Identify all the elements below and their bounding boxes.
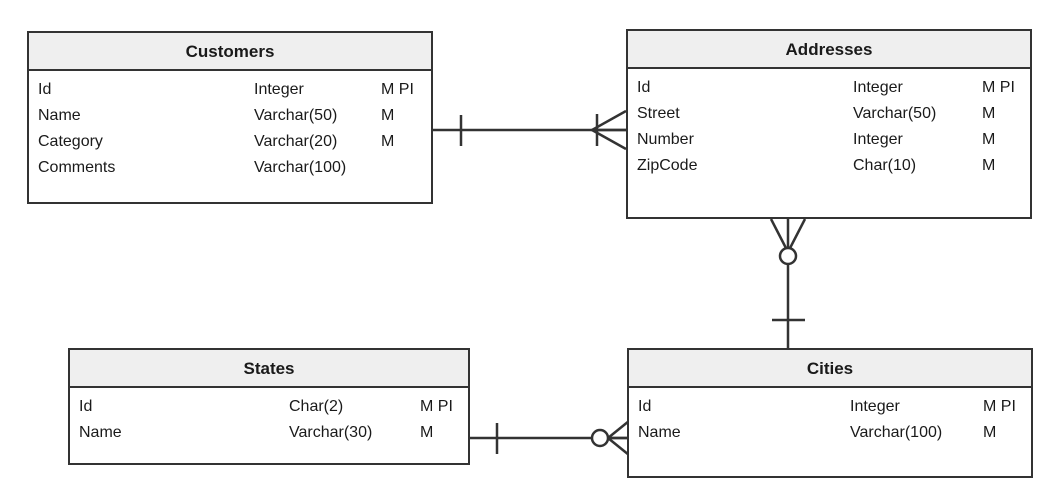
attribute-type: Varchar(100) xyxy=(254,158,347,176)
attribute-row: Street Varchar(50) M xyxy=(628,101,1030,127)
entity-customers[interactable]: Customers Id Integer M PI Name Varchar(5… xyxy=(27,31,433,204)
attribute-type: Integer xyxy=(853,130,903,148)
attribute-row: Name Varchar(30) M xyxy=(70,420,468,446)
attribute-name: Id xyxy=(638,398,652,415)
entity-addresses-title: Addresses xyxy=(628,31,1030,69)
attribute-row: Id Integer M PI xyxy=(629,394,1031,420)
attribute-type: Integer xyxy=(850,398,900,415)
attribute-row: Category Varchar(20) M xyxy=(29,129,431,155)
attribute-type: Varchar(20) xyxy=(254,132,338,150)
attribute-name: Id xyxy=(637,79,651,96)
attribute-row: ZipCode Char(10) M xyxy=(628,153,1030,179)
relationship-customers-addresses[interactable] xyxy=(433,109,627,151)
cardinality-circle-zero-cities xyxy=(590,428,610,448)
attribute-name: Id xyxy=(79,398,93,415)
er-diagram-canvas: Customers Id Integer M PI Name Varchar(5… xyxy=(0,0,1064,504)
attribute-type: Integer xyxy=(853,79,903,96)
attribute-row: Name Varchar(50) M xyxy=(29,103,431,129)
attribute-flags: M xyxy=(381,106,395,124)
attribute-row: Id Integer M PI xyxy=(628,75,1030,101)
attribute-type: Char(10) xyxy=(853,156,917,174)
entity-states-attributes: Id Char(2) M PI Name Varchar(30) M xyxy=(70,388,468,452)
attribute-name: Street xyxy=(637,104,680,122)
attribute-name: Name xyxy=(38,106,81,124)
entity-cities[interactable]: Cities Id Integer M PI Name Varchar(100)… xyxy=(627,348,1033,478)
attribute-name: Number xyxy=(637,130,694,148)
cardinality-circle-zero-addresses xyxy=(778,246,798,266)
attribute-type: Varchar(100) xyxy=(850,423,943,441)
attribute-name: Comments xyxy=(38,158,116,176)
entity-cities-title: Cities xyxy=(629,350,1031,388)
attribute-row: Id Integer M PI xyxy=(29,77,431,103)
entity-states-title: States xyxy=(70,350,468,388)
attribute-row: Id Char(2) M PI xyxy=(70,394,468,420)
entity-cities-attributes: Id Integer M PI Name Varchar(100) M xyxy=(629,388,1031,452)
attribute-flags: M xyxy=(420,423,434,441)
attribute-type: Integer xyxy=(254,81,304,98)
entity-states[interactable]: States Id Char(2) M PI Name Varchar(30) … xyxy=(68,348,470,465)
attribute-flags: M PI xyxy=(420,398,453,415)
entity-customers-title: Customers xyxy=(29,33,431,71)
attribute-row: Number Integer M xyxy=(628,127,1030,153)
attribute-name: Id xyxy=(38,81,52,98)
attribute-name: Name xyxy=(79,423,122,441)
crowsfoot-cities-left xyxy=(607,420,630,456)
attribute-type: Varchar(50) xyxy=(853,104,937,122)
entity-addresses-attributes: Id Integer M PI Street Varchar(50) M Num… xyxy=(628,69,1030,185)
attribute-flags: M PI xyxy=(381,81,414,98)
attribute-flags: M xyxy=(982,130,996,148)
entity-customers-attributes: Id Integer M PI Name Varchar(50) M Categ… xyxy=(29,71,431,187)
attribute-type: Varchar(50) xyxy=(254,106,338,124)
attribute-name: Name xyxy=(638,423,681,441)
entity-addresses[interactable]: Addresses Id Integer M PI Street Varchar… xyxy=(626,29,1032,219)
attribute-type: Char(2) xyxy=(289,398,344,415)
relationship-addresses-cities[interactable] xyxy=(769,218,807,348)
attribute-row: Comments Varchar(100) xyxy=(29,155,431,181)
attribute-flags: M xyxy=(381,132,395,150)
attribute-flags: M xyxy=(982,104,996,122)
attribute-flags: M PI xyxy=(983,398,1016,415)
relationship-states-cities[interactable] xyxy=(470,420,630,456)
attribute-name: Category xyxy=(38,132,103,150)
attribute-flags: M xyxy=(982,156,996,174)
attribute-type: Varchar(30) xyxy=(289,423,373,441)
attribute-name: ZipCode xyxy=(637,156,698,174)
attribute-flags: M PI xyxy=(982,79,1015,96)
attribute-row: Name Varchar(100) M xyxy=(629,420,1031,446)
attribute-flags: M xyxy=(983,423,997,441)
